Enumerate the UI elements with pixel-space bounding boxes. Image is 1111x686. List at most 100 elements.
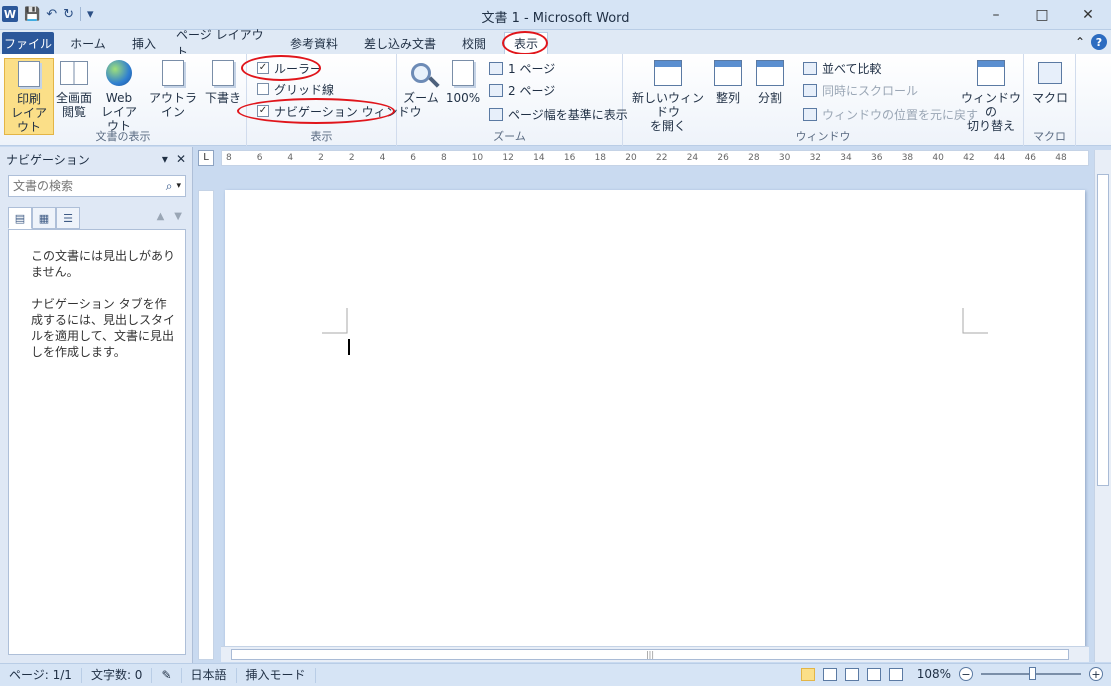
status-language[interactable]: 日本語: [182, 667, 237, 683]
zoom-button[interactable]: ズーム: [403, 58, 439, 105]
proofing-icon[interactable]: ✎: [152, 667, 182, 683]
ruler-checkbox[interactable]: ✓: [257, 62, 269, 74]
nav-pane-menu-icon[interactable]: ▾: [162, 152, 168, 166]
close-button[interactable]: ✕: [1065, 0, 1111, 30]
vertical-ruler[interactable]: [198, 190, 214, 660]
ruler-tick-label: 40: [932, 153, 944, 163]
previous-arrow-icon[interactable]: ▲: [157, 211, 165, 222]
zoom-in-icon[interactable]: +: [1089, 667, 1103, 681]
web-layout-button[interactable]: Web レイアウト: [96, 58, 142, 133]
zoom-out-icon[interactable]: −: [959, 667, 973, 681]
full-screen-view-icon[interactable]: [822, 667, 837, 681]
ruler-tick-label: 28: [748, 153, 760, 163]
full-screen-reading-button[interactable]: 全画面 閲覧: [54, 58, 94, 119]
tab-page-layout[interactable]: ページ レイアウト: [176, 28, 272, 59]
tab-pages-icon[interactable]: ▦: [32, 207, 56, 229]
sync-scroll-button[interactable]: 同時にスクロール: [803, 80, 918, 100]
zoom-100-button[interactable]: 100%: [445, 58, 481, 105]
switch-windows-button[interactable]: ウィンドウの 切り替え: [961, 58, 1021, 133]
zoom-slider[interactable]: [981, 667, 1081, 680]
status-page[interactable]: ページ: 1/1: [0, 667, 82, 683]
print-layout-view-icon[interactable]: [800, 667, 815, 681]
macros-button[interactable]: マクロ: [1030, 58, 1070, 105]
horizontal-scrollbar[interactable]: |||: [221, 646, 1089, 662]
split-icon: [754, 58, 786, 88]
ruler-tick-label: 48: [1055, 153, 1067, 163]
tab-home[interactable]: ホーム: [62, 32, 114, 54]
horizontal-ruler[interactable]: 8 6 4 2 2 4 6 8 10 12 14 16 18 20 22 24 26 28 30 32 34 36 38 40…: [221, 150, 1089, 166]
switch-windows-label: ウィンドウの 切り替え: [961, 91, 1022, 133]
zoom-controls: 108% − +: [800, 667, 1103, 681]
maximize-button[interactable]: □: [1019, 0, 1065, 30]
group-label-zoom: ズーム: [493, 130, 526, 143]
web-layout-icon: [103, 58, 135, 88]
ruler-tick-label: 20: [625, 153, 637, 163]
minimize-button[interactable]: –: [973, 0, 1019, 30]
ruler-tick-label: 6: [410, 153, 417, 163]
vertical-scrollbar[interactable]: [1094, 150, 1111, 662]
tab-headings-icon[interactable]: ▤: [8, 207, 32, 229]
ruler-tick-label: 42: [963, 153, 975, 163]
switch-windows-icon: [975, 58, 1007, 88]
ruler-tick-label: 8: [226, 153, 232, 163]
window-title: 文書 1 - Microsoft Word: [481, 11, 630, 26]
new-window-label: 新しいウィンドウ を開く: [631, 91, 704, 133]
vertical-scroll-thumb[interactable]: [1097, 174, 1109, 486]
search-options-icon[interactable]: ▾: [176, 181, 181, 191]
tab-view[interactable]: 表示: [504, 32, 548, 54]
status-word-count[interactable]: 文字数: 0: [82, 667, 153, 683]
nav-search-box: ⌕ ▾: [8, 175, 186, 197]
gridlines-checkbox[interactable]: [257, 83, 269, 95]
help-area: ⌃ ?: [1075, 34, 1107, 50]
tab-insert[interactable]: 挿入: [122, 32, 166, 54]
page-width-button[interactable]: ページ幅を基準に表示: [489, 104, 628, 124]
minimize-ribbon-icon[interactable]: ⌃: [1075, 35, 1085, 49]
ruler-tick-label: 26: [717, 153, 729, 163]
reset-position-button[interactable]: ウィンドウの位置を元に戻す: [803, 104, 978, 124]
document-page[interactable]: [225, 190, 1085, 662]
reset-position-label: ウィンドウの位置を元に戻す: [822, 107, 979, 122]
nav-pane-body: この文書には見出しがありません。 ナビゲーション タブを作成するには、見出しスタ…: [8, 229, 186, 655]
two-pages-button[interactable]: 2 ページ: [489, 80, 555, 100]
draft-view-icon[interactable]: [888, 667, 903, 681]
horizontal-scroll-thumb[interactable]: |||: [231, 649, 1069, 660]
gridlines-checkbox-row[interactable]: グリッド線: [257, 79, 334, 99]
help-icon[interactable]: ?: [1091, 34, 1107, 50]
nav-pane-close-icon[interactable]: ✕: [176, 152, 186, 166]
one-page-button[interactable]: 1 ページ: [489, 58, 555, 78]
status-mode[interactable]: 挿入モード: [237, 667, 316, 683]
split-button[interactable]: 分割: [753, 58, 787, 105]
nav-search-input[interactable]: [13, 179, 166, 193]
new-window-button[interactable]: 新しいウィンドウ を開く: [627, 58, 709, 133]
side-by-side-label: 並べて比較: [822, 61, 882, 76]
tab-mailings[interactable]: 差し込み文書: [356, 32, 444, 54]
next-arrow-icon[interactable]: ▼: [174, 211, 182, 222]
nav-pane-checkbox[interactable]: ✓: [257, 105, 269, 117]
zoom-level[interactable]: 108%: [917, 667, 951, 681]
ruler-checkbox-row[interactable]: ✓ ルーラー: [257, 58, 322, 78]
outline-view-icon[interactable]: [866, 667, 881, 681]
zoom-slider-knob[interactable]: [1029, 667, 1036, 680]
document-area: [216, 174, 1094, 662]
tab-selector[interactable]: L: [198, 150, 214, 166]
side-by-side-button[interactable]: 並べて比較: [803, 58, 882, 78]
print-layout-button[interactable]: 印刷 レイアウト: [4, 58, 54, 135]
group-document-views: 印刷 レイアウト 全画面 閲覧 Web レイアウト アウトライン 下書き 文書の…: [0, 54, 247, 146]
outline-icon: [157, 58, 189, 88]
arrange-all-icon: [712, 58, 744, 88]
web-layout-label: Web レイアウト: [100, 91, 137, 133]
ruler-tick-label: 44: [993, 153, 1006, 163]
tab-references[interactable]: 参考資料: [282, 32, 346, 54]
outline-button[interactable]: アウトライン: [146, 58, 200, 119]
tab-review[interactable]: 校閲: [452, 32, 496, 54]
arrange-all-button[interactable]: 整列: [711, 58, 745, 105]
ruler-tick-label: 34: [840, 153, 852, 163]
zoom-icon: [405, 58, 437, 88]
tab-file[interactable]: ファイル: [2, 32, 54, 54]
tab-results-icon[interactable]: ☰: [56, 207, 80, 229]
search-icon[interactable]: ⌕: [166, 179, 173, 194]
margin-corner-top-left: [322, 308, 348, 334]
nav-pane-tabs: ▤ ▦ ☰: [8, 207, 80, 229]
web-layout-view-icon[interactable]: [844, 667, 859, 681]
draft-button[interactable]: 下書き: [204, 58, 242, 105]
